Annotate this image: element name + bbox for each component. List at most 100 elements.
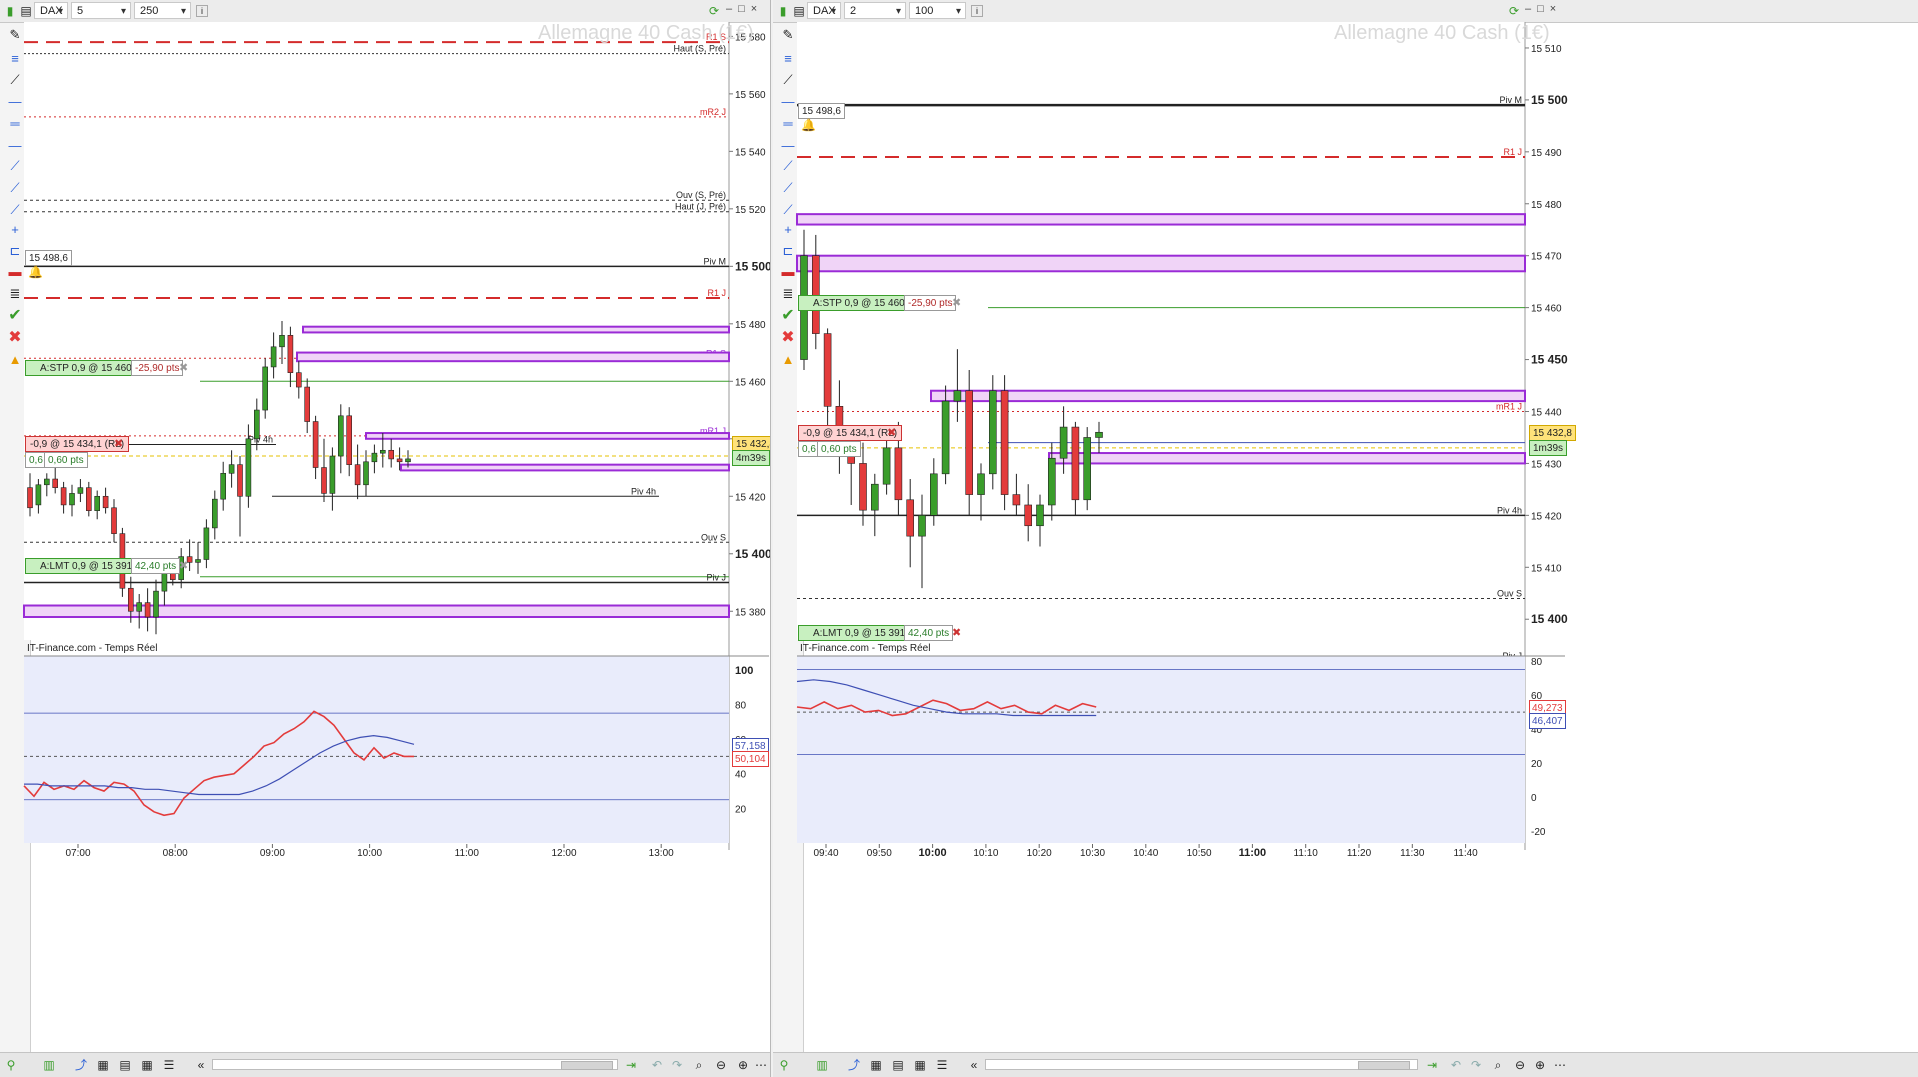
candle-body bbox=[906, 499, 914, 537]
candle-body bbox=[136, 602, 142, 612]
list-icon[interactable]: ☰ bbox=[933, 1057, 951, 1073]
candle-body bbox=[27, 487, 33, 509]
time-tick-label: 08:00 bbox=[163, 848, 188, 859]
bottom-toolbar: ⚲ ▥ ⤴ ▦ ▤ ▦ ☰ « ⇥ ↶ ↷ ⌕ ⊖ ⊕ ⋯ bbox=[0, 1052, 770, 1077]
stop-order-tag[interactable]: A:STP 0,9 @ 15 460,0 bbox=[25, 360, 142, 376]
time-tick-label: 11:20 bbox=[1347, 848, 1372, 859]
candle-body bbox=[102, 495, 109, 509]
auto-scroll-icon[interactable]: ⇥ bbox=[622, 1057, 640, 1073]
level-label: Piv 4h bbox=[1497, 505, 1522, 515]
redo-icon[interactable]: ↷ bbox=[1467, 1057, 1485, 1073]
undo-icon[interactable]: ↶ bbox=[1447, 1057, 1465, 1073]
price-tick-label: 15 450 bbox=[1531, 353, 1568, 367]
data-source-label: IT-Finance.com - Temps Réel bbox=[27, 643, 158, 654]
list-icon[interactable]: ☰ bbox=[160, 1057, 178, 1073]
chart-style-icon[interactable]: ▥ bbox=[40, 1057, 58, 1073]
limit-order-label: A:LMT 0,9 @ 15 391,7 bbox=[813, 628, 914, 639]
zoom-in-icon[interactable]: ⊕ bbox=[734, 1057, 752, 1073]
stop-order-tag[interactable]: A:STP 0,9 @ 15 460,0 bbox=[798, 295, 915, 311]
candle-body bbox=[270, 346, 277, 368]
close-limit-icon[interactable]: ✖ bbox=[952, 626, 961, 639]
limit-order-tag[interactable]: A:LMT 0,9 @ 15 391,7 bbox=[798, 625, 915, 641]
indicators-icon[interactable]: ⚲ bbox=[2, 1057, 20, 1073]
price-tick-label: 15 480 bbox=[735, 320, 766, 331]
indicator-tick-label: 100 bbox=[735, 665, 753, 677]
candle-body bbox=[295, 372, 302, 388]
candle-body bbox=[977, 473, 985, 495]
level-label: Piv M bbox=[704, 256, 727, 266]
chart-style-icon[interactable]: ▥ bbox=[813, 1057, 831, 1073]
position-points: 0,60 pts bbox=[44, 452, 88, 468]
candle-body bbox=[1000, 390, 1009, 495]
zoom-fit-icon[interactable]: ⌕ bbox=[690, 1057, 708, 1073]
close-stop-icon[interactable]: ✖ bbox=[952, 296, 961, 309]
time-scrollbar[interactable] bbox=[212, 1059, 618, 1070]
candle-body bbox=[212, 498, 218, 529]
close-position-icon[interactable]: ✖ bbox=[114, 437, 123, 450]
indicator-tick-label: -20 bbox=[1531, 827, 1546, 838]
settings-icon[interactable]: ⋯ bbox=[1551, 1057, 1569, 1073]
layout-grid-icon[interactable]: ▦ bbox=[867, 1057, 885, 1073]
price-tick-label: 15 420 bbox=[735, 492, 766, 503]
indicators-icon[interactable]: ⚲ bbox=[775, 1057, 793, 1073]
level-label: Haut (S, Pré) bbox=[673, 44, 726, 54]
zoom-out-icon[interactable]: ⊖ bbox=[1511, 1057, 1529, 1073]
price-tick-label: 15 470 bbox=[1531, 252, 1562, 263]
scroll-back-icon[interactable]: « bbox=[965, 1057, 983, 1073]
share-icon[interactable]: ⤴ bbox=[845, 1057, 863, 1073]
chart-canvas[interactable]: 15 510 15 500 15 490 15 480 15 470 15 460 15 4… bbox=[773, 0, 1918, 1053]
candle-body bbox=[405, 458, 411, 463]
chart-canvas[interactable]: 15 58015 56015 54015 52015 50015 48015 4… bbox=[0, 0, 770, 1053]
candle-body bbox=[941, 400, 950, 475]
time-scrollbar[interactable] bbox=[985, 1059, 1418, 1070]
candle-body bbox=[918, 515, 926, 537]
alert-bell-icon[interactable]: 🔔 bbox=[801, 118, 816, 132]
candle-body bbox=[396, 458, 403, 463]
candle-body bbox=[52, 478, 59, 488]
time-tick-label: 09:50 bbox=[867, 848, 892, 859]
stop-order-points: -25,90 pts bbox=[904, 295, 957, 311]
close-position-icon[interactable]: ✖ bbox=[887, 426, 896, 439]
time-tick-label: 10:00 bbox=[919, 847, 947, 859]
candle-body bbox=[1012, 494, 1021, 506]
limit-order-tag[interactable]: A:LMT 0,9 @ 15 391,7 bbox=[25, 558, 142, 574]
candle-body bbox=[94, 495, 100, 511]
zoom-in-icon[interactable]: ⊕ bbox=[1531, 1057, 1549, 1073]
undo-icon[interactable]: ↶ bbox=[648, 1057, 666, 1073]
time-tick-label: 09:00 bbox=[260, 848, 285, 859]
purple-zone bbox=[1048, 452, 1526, 465]
purple-zone bbox=[400, 463, 730, 472]
candle-body bbox=[354, 464, 361, 486]
scrollbar-thumb[interactable] bbox=[1358, 1061, 1410, 1070]
close-limit-icon[interactable]: ✖ bbox=[179, 559, 188, 572]
candle-body bbox=[262, 366, 269, 411]
order-book-icon[interactable]: ▤ bbox=[116, 1057, 134, 1073]
scrollbar-thumb[interactable] bbox=[561, 1061, 613, 1070]
order-book-icon[interactable]: ▤ bbox=[889, 1057, 907, 1073]
settings-icon[interactable]: ⋯ bbox=[752, 1057, 770, 1073]
candle-body bbox=[859, 463, 867, 511]
redo-icon[interactable]: ↷ bbox=[668, 1057, 686, 1073]
indicator-ma-value: 46,407 bbox=[1529, 713, 1566, 729]
position-points: 0,60 pts bbox=[817, 441, 861, 457]
level-label: Ouv S bbox=[1497, 588, 1522, 598]
zoom-out-icon[interactable]: ⊖ bbox=[712, 1057, 730, 1073]
time-tick-label: 11:40 bbox=[1453, 848, 1478, 859]
table-icon[interactable]: ▦ bbox=[138, 1057, 156, 1073]
candle-body bbox=[953, 390, 962, 402]
auto-scroll-icon[interactable]: ⇥ bbox=[1423, 1057, 1441, 1073]
scroll-back-icon[interactable]: « bbox=[192, 1057, 210, 1073]
price-tick-label: 15 440 bbox=[1531, 407, 1562, 418]
candle-body bbox=[346, 415, 353, 465]
candle-body bbox=[287, 335, 294, 373]
limit-order-points: 42,40 pts bbox=[131, 558, 181, 574]
alert-bell-icon[interactable]: 🔔 bbox=[28, 265, 43, 279]
close-stop-icon[interactable]: ✖ bbox=[179, 361, 188, 374]
table-icon[interactable]: ▦ bbox=[911, 1057, 929, 1073]
candle-body bbox=[279, 335, 285, 348]
layout-grid-icon[interactable]: ▦ bbox=[94, 1057, 112, 1073]
share-icon[interactable]: ⤴ bbox=[72, 1057, 90, 1073]
price-tick-label: 15 510 bbox=[1531, 44, 1562, 55]
zoom-fit-icon[interactable]: ⌕ bbox=[1489, 1057, 1507, 1073]
instrument-watermark: Allemagne 40 Cash (1€) bbox=[1334, 22, 1550, 44]
